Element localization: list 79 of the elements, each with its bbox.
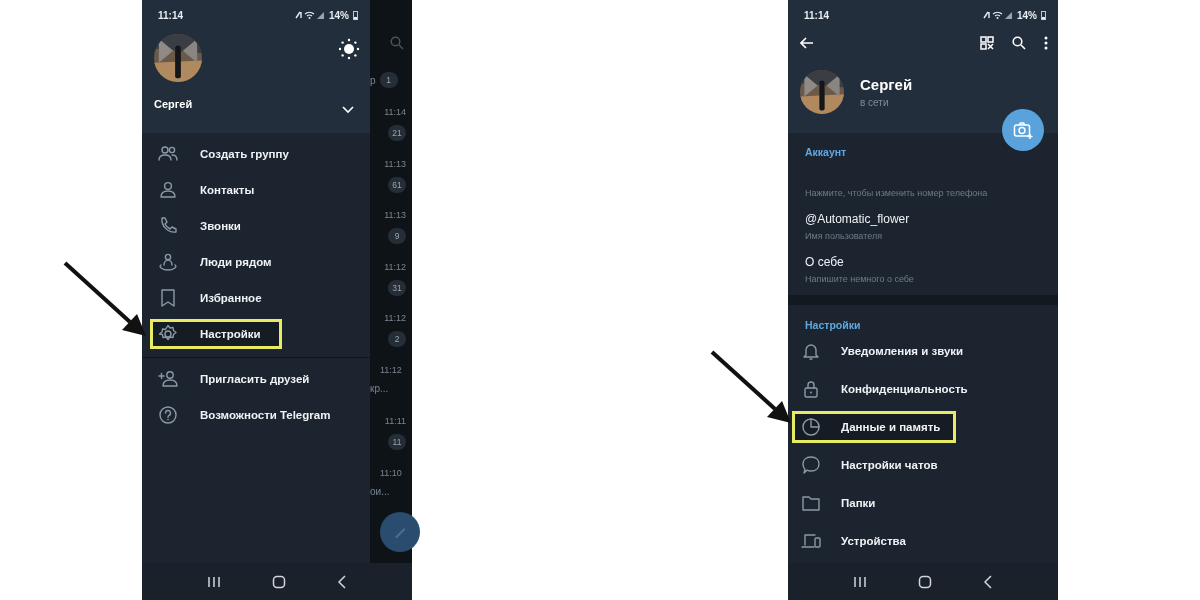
unread-count: 2 bbox=[388, 331, 406, 347]
signal-icons bbox=[983, 10, 1013, 20]
question-icon bbox=[158, 405, 178, 425]
unread-count: 21 bbox=[388, 125, 406, 141]
menu-item[interactable]: Пригласить друзей bbox=[150, 364, 331, 394]
menu-item[interactable]: Контакты bbox=[150, 175, 276, 205]
unread-count: 1 bbox=[379, 72, 398, 88]
settings-item[interactable]: Устройства bbox=[792, 525, 917, 557]
bookmark-icon bbox=[158, 288, 178, 308]
profile-name: Сергей bbox=[860, 76, 913, 93]
online-status: в сети bbox=[860, 97, 890, 108]
section-title: Аккаунт bbox=[805, 146, 848, 158]
pencil-icon bbox=[393, 525, 407, 539]
field-value[interactable]: @Automatic_flower bbox=[805, 212, 1041, 226]
chat-preview-text: ои... bbox=[370, 485, 390, 497]
folder-icon bbox=[801, 493, 821, 513]
chat-preview-text: р bbox=[370, 74, 376, 86]
clock-time: 11:14 bbox=[804, 9, 830, 21]
menu-item[interactable]: Возможности Telegram bbox=[150, 400, 352, 430]
menu-item[interactable]: Избранное bbox=[150, 283, 283, 313]
unread-count: 11 bbox=[388, 434, 406, 450]
chat-time: 11:13 bbox=[384, 210, 406, 220]
home-icon[interactable] bbox=[272, 574, 286, 589]
unread-count: 61 bbox=[388, 176, 406, 193]
home-icon[interactable] bbox=[918, 574, 932, 589]
field-value[interactable]: О себе bbox=[805, 255, 1041, 269]
chat-time: 11:14 bbox=[384, 107, 406, 117]
section-title: Настройки bbox=[804, 319, 862, 331]
field-hint: Нажмите, чтобы изменить номер телефона bbox=[805, 188, 989, 198]
menu-item[interactable]: Люди рядом bbox=[150, 247, 293, 277]
more-options-icon[interactable] bbox=[1044, 36, 1048, 50]
chat-time: 11:12 bbox=[380, 364, 402, 375]
qr-code-icon[interactable] bbox=[980, 36, 994, 50]
settings-item[interactable]: Конфиденциальность bbox=[792, 373, 979, 405]
field-hint: Имя пользователя bbox=[805, 231, 884, 241]
people-nearby-icon bbox=[158, 252, 178, 272]
back-arrow-icon[interactable] bbox=[800, 37, 814, 49]
back-icon[interactable] bbox=[336, 574, 347, 589]
battery-percent: 14% bbox=[329, 9, 349, 21]
battery-percent: 14% bbox=[1017, 9, 1037, 21]
camera-add-icon bbox=[1013, 121, 1033, 139]
settings-item[interactable]: Настройки чатов bbox=[792, 449, 949, 481]
people-icon bbox=[158, 144, 178, 164]
chat-time: 11:12 bbox=[384, 313, 406, 323]
back-icon[interactable] bbox=[982, 574, 993, 589]
clock-time: 11:14 bbox=[158, 9, 184, 21]
lock-icon bbox=[801, 379, 821, 399]
menu-item[interactable]: Настройки bbox=[150, 319, 282, 349]
settings-item[interactable]: Уведомления и звуки bbox=[792, 335, 975, 367]
search-icon[interactable] bbox=[1012, 36, 1026, 50]
phone-icon bbox=[158, 216, 178, 236]
set-photo-button[interactable] bbox=[1002, 109, 1044, 151]
sun-icon[interactable] bbox=[338, 38, 360, 60]
chevron-down-icon[interactable] bbox=[342, 106, 354, 114]
speech-bubble-icon bbox=[801, 455, 821, 475]
settings-item[interactable]: Данные и память bbox=[792, 411, 956, 443]
pie-chart-icon bbox=[801, 417, 821, 437]
chat-time: 11:10 bbox=[380, 467, 402, 478]
chat-time: 11:11 bbox=[384, 416, 406, 426]
devices-icon bbox=[801, 531, 821, 551]
add-person-icon bbox=[158, 369, 178, 389]
menu-item[interactable]: Создать группу bbox=[150, 139, 310, 169]
unread-count: 31 bbox=[388, 279, 406, 296]
recent-apps-icon[interactable] bbox=[207, 575, 222, 588]
unread-count: 9 bbox=[388, 228, 406, 244]
field-hint: Напишите немного о себе bbox=[805, 274, 915, 284]
signal-icons bbox=[295, 10, 325, 20]
search-icon bbox=[390, 36, 404, 50]
bell-icon bbox=[801, 341, 821, 361]
recent-apps-icon[interactable] bbox=[853, 575, 868, 588]
chat-preview-text: кр... bbox=[370, 382, 389, 394]
menu-item[interactable]: Звонки bbox=[150, 211, 262, 241]
battery-icon bbox=[1041, 10, 1046, 20]
chat-time: 11:12 bbox=[384, 261, 406, 272]
chat-time: 11:13 bbox=[384, 158, 406, 169]
user-name: Сергей bbox=[154, 98, 193, 110]
battery-icon bbox=[353, 10, 358, 20]
person-icon bbox=[158, 180, 178, 200]
settings-item[interactable]: Папки bbox=[792, 487, 887, 519]
